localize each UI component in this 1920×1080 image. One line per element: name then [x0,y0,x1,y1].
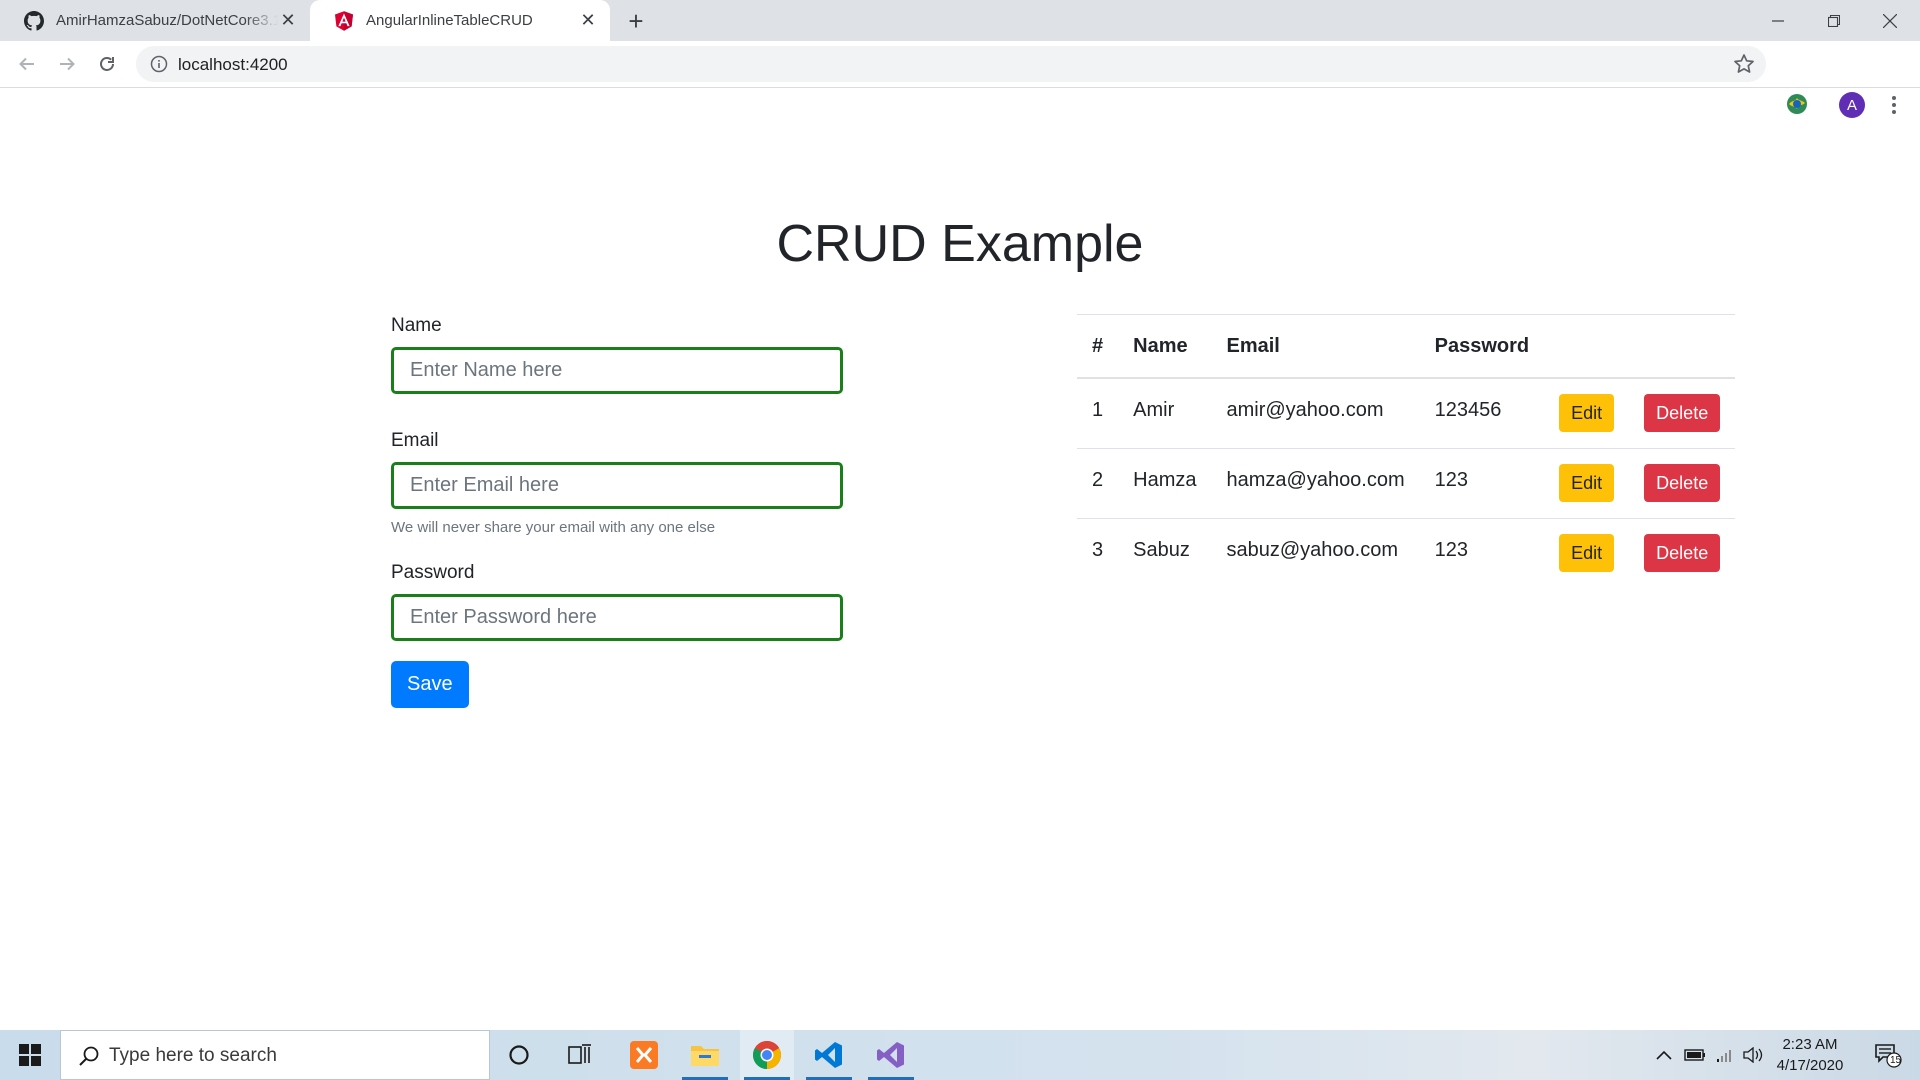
cell-delete: Delete [1629,448,1736,519]
minimize-icon[interactable] [1750,0,1806,41]
tab-title: AngularInlineTableCRUD [366,12,533,29]
tab-github[interactable]: AmirHamzaSabuz/DotNetCore3.1 ✕ [0,0,310,41]
notification-count: 15 [1890,1055,1902,1066]
table-row: 2 Hamza hamza@yahoo.com 123 Edit Delete [1077,448,1736,519]
chrome-icon[interactable] [740,1030,794,1080]
header-password: Password [1419,314,1545,379]
close-tab-icon[interactable]: ✕ [578,10,598,30]
extension-icon[interactable] [1784,91,1810,117]
restore-icon[interactable] [1806,0,1862,41]
cell-edit: Edit [1544,518,1629,588]
cell-delete: Delete [1629,518,1735,588]
system-clock[interactable]: 2:23 AM 4/17/2020 [1764,1034,1856,1076]
file-explorer-icon[interactable] [678,1030,732,1080]
tab-title: AmirHamzaSabuz/DotNetCore3.1 [56,12,278,29]
email-group: Email We will never share your email wit… [391,430,843,536]
name-input[interactable] [391,347,843,394]
page-title: CRUD Example [776,215,1144,273]
search-placeholder: Type here to search [109,1045,277,1066]
delete-button[interactable]: Delete [1644,464,1721,502]
users-table-container: # Name Email Password 1 Amir amir@yahoo.… [1077,314,1736,588]
user-form: Name Email We will never share your emai… [391,315,843,708]
close-window-icon[interactable] [1862,0,1918,41]
cell-password: 123 [1419,448,1545,519]
cell-edit: Edit [1544,378,1630,449]
search-icon [77,1044,101,1068]
cell-edit: Edit [1544,448,1630,519]
bookmark-star-icon[interactable] [1732,52,1756,76]
reload-icon[interactable] [92,49,122,79]
password-input[interactable] [391,594,843,641]
cell-delete: Delete [1629,378,1736,449]
url-text: localhost:4200 [178,55,288,74]
cell-password: 123456 [1419,378,1545,449]
info-icon[interactable] [150,55,168,73]
back-arrow-icon[interactable] [12,49,42,79]
name-label: Name [391,315,442,336]
github-icon [24,10,44,31]
task-view-icon[interactable] [553,1030,607,1080]
name-group: Name [391,315,843,394]
cell-password: 123 [1434,538,1469,561]
cell-name: Hamza [1118,448,1212,519]
browser-tab-strip: AmirHamzaSabuz/DotNetCore3.1 ✕ AngularIn… [0,0,1920,41]
table-row: 1 Amir amir@yahoo.com 123456 Edit Delete [1077,378,1736,449]
password-group: Password [391,562,843,641]
cortana-icon[interactable] [492,1030,546,1080]
cell-email: hamza@yahoo.com [1211,448,1420,519]
table-row: 3 Sabuz sabuz@yahoo.com 123 Edit Delete [1077,518,1735,588]
save-button[interactable]: Save [391,661,469,708]
email-help-text: We will never share your email with any … [391,519,716,536]
kebab-menu-icon[interactable] [1883,92,1905,118]
delete-button[interactable]: Delete [1644,394,1721,433]
header-delete [1629,314,1736,379]
cell-id: 1 [1077,378,1119,449]
cell-name: Amir [1118,378,1212,449]
users-table: # Name Email Password 1 Amir amir@yahoo.… [1077,314,1736,588]
close-tab-icon[interactable]: ✕ [278,10,298,30]
windows-start-icon[interactable] [0,1030,60,1080]
address-bar[interactable]: localhost:4200 [136,46,1766,82]
header-edit [1544,314,1630,379]
browser-toolbar: localhost:4200 A [0,41,1920,118]
table-header-row: # Name Email Password [1077,314,1736,379]
password-label: Password [391,562,475,583]
header-email: Email [1211,314,1420,379]
email-label: Email [391,430,439,451]
new-tab-icon[interactable]: + [622,6,650,36]
forward-arrow-icon[interactable] [52,49,82,79]
cell-email: amir@yahoo.com [1211,378,1420,449]
cell-id: 3 [1092,538,1104,561]
taskbar-search-box[interactable]: Type here to search [60,1030,490,1080]
vscode-icon[interactable] [802,1030,856,1080]
edit-button[interactable]: Edit [1559,534,1615,573]
edit-button[interactable]: Edit [1559,464,1615,502]
tab-angular[interactable]: AngularInlineTableCRUD ✕ [310,0,610,41]
cell-id: 2 [1077,448,1119,519]
volume-icon[interactable] [1740,1030,1766,1080]
clock-date: 4/17/2020 [1776,1057,1844,1074]
delete-button[interactable]: Delete [1644,534,1721,573]
header-name: Name [1118,314,1212,379]
visual-studio-icon[interactable] [864,1030,918,1080]
windows-taskbar: Type here to search 2:23 AM 4/17/2020 15 [0,1030,1920,1080]
battery-icon[interactable] [1682,1030,1708,1080]
cell-email: sabuz@yahoo.com [1226,538,1398,561]
email-input[interactable] [391,462,843,509]
clock-time: 2:23 AM [1782,1036,1838,1053]
edit-button[interactable]: Edit [1559,394,1615,433]
show-hidden-icons-chevron-icon[interactable] [1652,1030,1676,1080]
header-id: # [1077,314,1119,379]
angular-icon [334,10,354,31]
network-signal-icon[interactable] [1712,1030,1738,1080]
profile-avatar[interactable]: A [1839,92,1865,118]
notification-center-icon[interactable]: 15 [1866,1030,1910,1080]
xampp-icon[interactable] [617,1030,671,1080]
cell-name: Sabuz [1133,538,1190,561]
